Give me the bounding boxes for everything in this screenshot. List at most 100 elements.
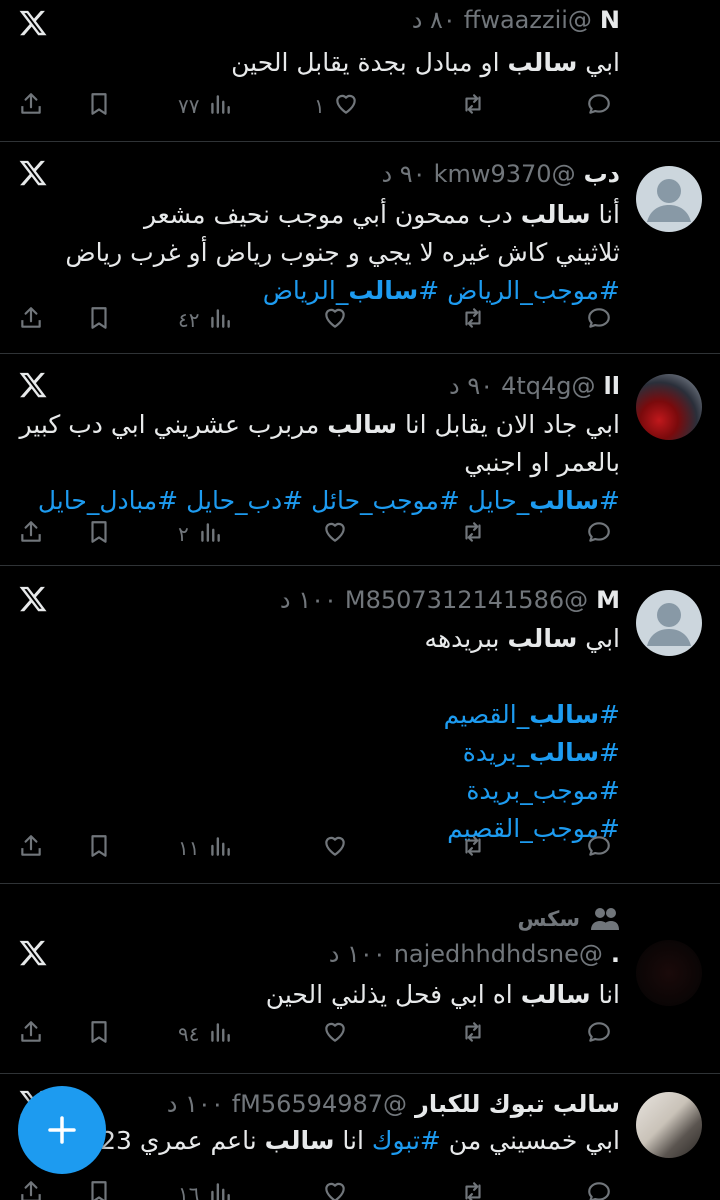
bookmark-button[interactable] [86, 828, 112, 868]
timestamp[interactable]: ٩٠ د [381, 160, 425, 188]
heart-icon [322, 305, 348, 336]
x-logo-icon[interactable] [18, 158, 48, 188]
hashtag-link[interactable]: # [599, 738, 620, 767]
heart-icon [322, 833, 348, 864]
handle[interactable]: @M8507312141586 [345, 586, 588, 614]
handle[interactable]: @fM56594987 [232, 1090, 407, 1118]
tweet-text: ابي جاد الان يقابل انا سالب مربرب عشريني… [20, 406, 620, 520]
display-name[interactable]: . [611, 940, 620, 968]
avatar-photo[interactable] [636, 940, 702, 1006]
display-name[interactable]: N [600, 6, 620, 34]
hashtag-link[interactable]: #موجب_بريدة [466, 776, 620, 805]
retweet-button[interactable] [460, 514, 486, 554]
avatar-photo[interactable] [636, 1092, 702, 1158]
like-button[interactable] [314, 828, 348, 868]
hashtag-link[interactable]: # [599, 486, 620, 515]
bookmark-button[interactable] [86, 1014, 112, 1054]
reply-button[interactable] [586, 828, 612, 868]
share-icon [18, 1179, 44, 1200]
timestamp[interactable]: ١٠٠ د [329, 940, 386, 968]
handle[interactable]: @najedhhdhdsne [394, 940, 603, 968]
reply-icon [586, 91, 612, 122]
x-logo-icon[interactable] [18, 584, 48, 614]
reply-button[interactable] [586, 1014, 612, 1054]
retweet-icon [460, 91, 486, 122]
retweet-button[interactable] [460, 1014, 486, 1054]
bookmark-button[interactable] [86, 514, 112, 554]
views-button[interactable]: ٤٢ [178, 300, 233, 340]
hashtag-link[interactable]: #تبوك [372, 1126, 441, 1155]
tweet-text: ابي خمسيني من #تبوك انا سالب ناعم عمري 2… [62, 1122, 620, 1160]
views-button[interactable]: ١٦ [178, 1174, 233, 1200]
hashtag-link[interactable]: _بريدة [463, 738, 529, 767]
display-name[interactable]: سالب تبوك للكبار [415, 1090, 620, 1118]
avatar-photo[interactable] [636, 374, 702, 440]
tweet[interactable]: دب @kmw9370 ٩٠ د أنا سالب دب ممحون أبي م… [0, 142, 720, 354]
share-button[interactable] [18, 514, 44, 554]
avatar[interactable] [636, 166, 702, 232]
hashtag-link[interactable]: سالب [529, 738, 599, 767]
hashtag-link[interactable]: سالب [529, 700, 599, 729]
tweet[interactable]: M @M8507312141586 ١٠٠ د ابي سالب ببريدهه… [0, 566, 720, 884]
share-button[interactable] [18, 828, 44, 868]
bookmark-button[interactable] [86, 86, 112, 126]
reply-button[interactable] [586, 1174, 612, 1200]
like-button[interactable] [314, 514, 348, 554]
handle[interactable]: @4tq4g [501, 372, 595, 400]
timestamp[interactable]: ١٠٠ د [167, 1090, 224, 1118]
retweet-button[interactable] [460, 86, 486, 126]
views-icon [207, 305, 233, 336]
display-name[interactable]: M [596, 586, 620, 614]
bookmark-button[interactable] [86, 300, 112, 340]
hashtag-link[interactable]: _حايل #موجب_حائل #دب_حايل #مبادل_حايل [38, 486, 529, 515]
like-button[interactable]: ١ [314, 86, 359, 126]
share-button[interactable] [18, 1014, 44, 1054]
like-button[interactable] [314, 1014, 348, 1054]
hashtag-link[interactable]: _القصيم [444, 700, 530, 729]
tweet[interactable]: اا @4tq4g ٩٠ د ابي جاد الان يقابل انا سا… [0, 354, 720, 566]
hashtag-link[interactable]: سالب [529, 486, 599, 515]
handle[interactable]: @kmw9370 [434, 160, 576, 188]
views-button[interactable]: ١١ [178, 828, 233, 868]
hashtag-link[interactable]: # [599, 700, 620, 729]
views-icon [207, 1019, 233, 1050]
display-name[interactable]: دب [584, 160, 620, 188]
like-button[interactable] [314, 1174, 348, 1200]
share-button[interactable] [18, 300, 44, 340]
retweet-icon [460, 1179, 486, 1200]
share-button[interactable] [18, 86, 44, 126]
views-count: ٧٧ [178, 94, 200, 118]
tweet-text-segment: ثلاثيني كاش غيره لا يجي و جنوب رياض أو غ… [65, 238, 620, 267]
avatar[interactable] [636, 590, 702, 656]
views-button[interactable]: ٧٧ [178, 86, 233, 126]
tweet-text-segment: مربرب عشريني ابي دب كبير [19, 410, 328, 439]
timestamp[interactable]: ١٠٠ د [280, 586, 337, 614]
views-button[interactable]: ٩٤ [178, 1014, 233, 1054]
reply-button[interactable] [586, 86, 612, 126]
reply-button[interactable] [586, 514, 612, 554]
timestamp[interactable]: ٨٠ د [412, 6, 456, 34]
reply-icon [586, 519, 612, 550]
display-name[interactable]: اا [604, 372, 620, 400]
tweet-text-segment: ابي [577, 48, 620, 77]
reply-button[interactable] [586, 300, 612, 340]
x-logo-icon[interactable] [18, 370, 48, 400]
retweet-button[interactable] [460, 1174, 486, 1200]
tweet[interactable]: سالب تبوك للكبار @fM56594987 ١٠٠ د ابي خ… [0, 1074, 720, 1200]
like-button[interactable] [314, 300, 348, 340]
views-button[interactable]: ٢ [178, 514, 223, 554]
tweet[interactable]: N @ffwaazzii ٨٠ د ابي سالب او مبادل بجدة… [0, 0, 720, 142]
share-icon [18, 833, 44, 864]
timestamp[interactable]: ٩٠ د [449, 372, 493, 400]
x-logo-icon[interactable] [18, 938, 48, 968]
tweet[interactable]: سكس . @najedhhdhdsne ١٠٠ د انا سالب اه ا… [0, 884, 720, 1074]
retweet-button[interactable] [460, 828, 486, 868]
retweet-button[interactable] [460, 300, 486, 340]
tweet-text-line: أنا سالب دب ممحون أبي موجب نحيف مشعر [65, 196, 620, 234]
handle[interactable]: @ffwaazzii [464, 6, 592, 34]
share-button[interactable] [18, 1174, 44, 1200]
x-logo-icon[interactable] [18, 8, 48, 38]
bookmark-button[interactable] [86, 1174, 112, 1200]
social-context[interactable]: سكس [517, 906, 620, 932]
compose-button[interactable] [18, 1086, 106, 1174]
